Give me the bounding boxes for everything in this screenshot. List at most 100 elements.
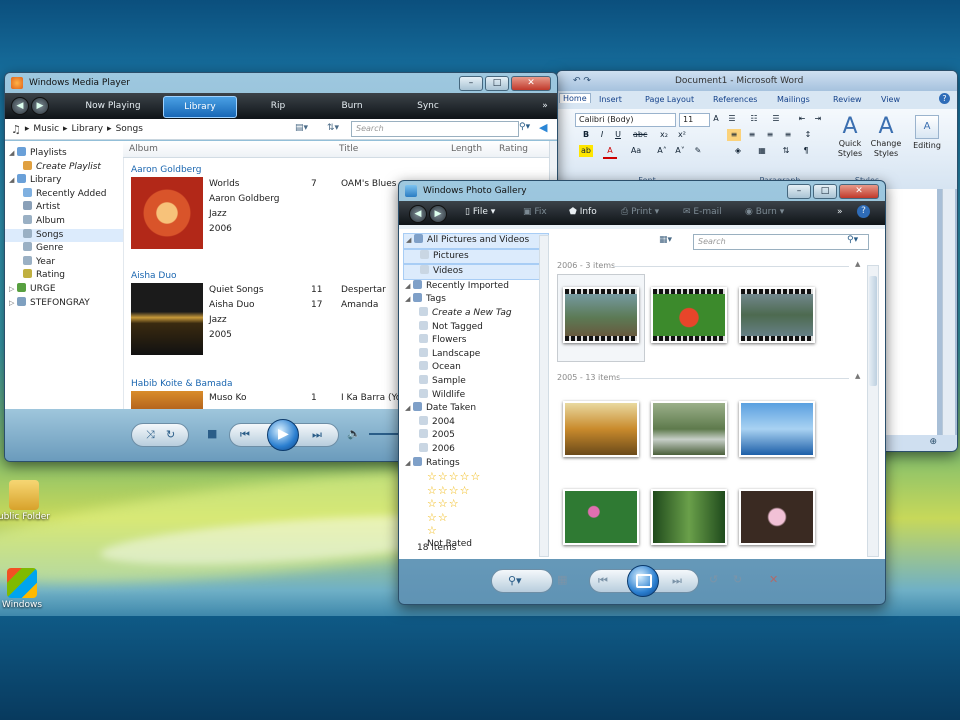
stop-icon[interactable]: ■	[207, 427, 217, 440]
track-title[interactable]: Despertar	[341, 285, 386, 295]
rotate-right-icon[interactable]: ↻	[733, 573, 742, 586]
rating-filter-1-stars[interactable]: ☆	[403, 524, 549, 538]
thumbnail-bird-video[interactable]	[651, 287, 727, 343]
thumbnail-orchids[interactable]	[739, 489, 815, 545]
expand-icon[interactable]: ▷	[9, 297, 17, 311]
nav-item-genre[interactable]: Genre	[5, 242, 123, 256]
nav-item-playlists[interactable]: ◢ Playlists	[5, 147, 123, 161]
track-title[interactable]: OAM's Blues	[341, 179, 396, 189]
forward-icon[interactable]: ▶	[429, 205, 447, 223]
expand-icon[interactable]: ◢	[405, 280, 413, 294]
gallery-nav-pictures[interactable]: Pictures	[403, 248, 549, 265]
tab-references[interactable]: References	[713, 95, 757, 104]
rating-filter-5-stars[interactable]: ☆☆☆☆☆	[403, 470, 549, 484]
rating-filter-4-stars[interactable]: ☆☆☆☆	[403, 484, 549, 498]
minimize-button[interactable]: –	[787, 184, 811, 199]
gallery-nav-tags[interactable]: ◢ Tags	[403, 293, 549, 307]
nav-item-songs[interactable]: Songs	[5, 228, 123, 243]
font-color-icon[interactable]: A	[603, 145, 617, 159]
thumbnail-scrollbar[interactable]	[867, 265, 879, 557]
numbering-icon[interactable]: ☷	[747, 113, 761, 125]
bullets-icon[interactable]: ☰	[725, 113, 739, 125]
previous-icon[interactable]: ⏮	[240, 428, 250, 442]
zoom-in-icon[interactable]: ⊕	[929, 437, 937, 447]
indent-icon[interactable]: ⇤	[795, 113, 809, 125]
desktop-icon-windows[interactable]: Windows	[0, 568, 50, 610]
tab-sync[interactable]: Sync	[405, 96, 451, 116]
sort-icon[interactable]: ⇅▾	[327, 123, 339, 133]
line-spacing-icon[interactable]: ↕	[801, 129, 815, 141]
gallery-nav-recently-imported[interactable]: ◢ Recently Imported	[403, 279, 549, 294]
album-art-muso-ko[interactable]	[131, 391, 203, 409]
back-icon[interactable]: ◀	[409, 205, 427, 223]
file-menu[interactable]: ▯ File ▾	[465, 207, 495, 217]
back-arrow-icon[interactable]: ◀	[539, 121, 547, 134]
email-button[interactable]: ✉ E-mail	[683, 207, 722, 217]
view-options-icon[interactable]: ▦▾	[659, 235, 672, 245]
forward-icon[interactable]: ▶	[31, 97, 49, 115]
search-input[interactable]: Search	[351, 121, 519, 137]
thumbnail-creek[interactable]	[651, 401, 727, 457]
slideshow-button[interactable]	[627, 565, 659, 597]
gallery-nav-all-pictures-and-videos[interactable]: ◢ All Pictures and Videos	[403, 233, 549, 249]
more-tabs-button[interactable]: »	[539, 96, 551, 116]
grow-font-icon[interactable]: A	[709, 113, 723, 125]
align-center-icon[interactable]: ≡	[745, 129, 759, 141]
expand-icon[interactable]: ◢	[406, 234, 414, 248]
gallery-nav-create-a-new-tag[interactable]: Create a New Tag	[403, 306, 549, 321]
tab-rip[interactable]: Rip	[253, 96, 303, 116]
underline-icon[interactable]: U	[611, 129, 625, 141]
minimize-button[interactable]: –	[459, 76, 483, 91]
thumbnail-autumn-tree[interactable]	[563, 401, 639, 457]
view-options-icon[interactable]: ▤▾	[295, 123, 308, 133]
search-input[interactable]: Search	[693, 234, 869, 250]
quick-styles-button[interactable]: A Quick Styles	[835, 115, 865, 159]
gallery-nav-flowers[interactable]: Flowers	[403, 334, 549, 348]
shrink-font-icon[interactable]: A˅	[673, 145, 687, 157]
repeat-icon[interactable]: ↻	[166, 428, 175, 441]
nav-item-create-playlist[interactable]: Create Playlist	[5, 160, 123, 175]
superscript-icon[interactable]: x²	[675, 129, 689, 141]
track-title[interactable]: Amanda	[341, 300, 378, 310]
tab-library[interactable]: Library	[163, 96, 237, 118]
help-icon[interactable]: ?	[939, 93, 950, 104]
maximize-button[interactable]: □	[485, 76, 509, 91]
change-styles-button[interactable]: A Change Styles	[869, 115, 903, 159]
gallery-nav-ocean[interactable]: Ocean	[403, 361, 549, 375]
scroll-thumb[interactable]	[869, 276, 877, 386]
rating-filter-3-stars[interactable]: ☆☆☆	[403, 497, 549, 511]
align-left-icon[interactable]: ≡	[727, 129, 741, 141]
previous-icon[interactable]: ⏮	[598, 574, 608, 588]
breadcrumb-songs[interactable]: Songs	[116, 124, 143, 134]
vertical-scrollbar[interactable]	[942, 189, 955, 435]
font-name-box[interactable]: Calibri (Body)	[575, 113, 676, 127]
nav-item-stefongray[interactable]: ▷ STEFONGRAY	[5, 296, 123, 311]
borders-icon[interactable]: ▦	[755, 145, 769, 157]
tab-burn[interactable]: Burn	[329, 96, 375, 116]
more-commands-button[interactable]: »	[837, 207, 843, 217]
grow-font-icon[interactable]: A˄	[655, 145, 669, 157]
gallery-nav-2006[interactable]: 2006	[403, 442, 549, 457]
collapse-icon[interactable]: ▲	[855, 372, 860, 380]
maximize-button[interactable]: □	[813, 184, 837, 199]
expand-icon[interactable]: ◢	[9, 174, 17, 188]
play-button[interactable]: ▶	[267, 419, 299, 451]
delete-icon[interactable]: ✕	[769, 573, 778, 586]
nav-item-year[interactable]: Year	[5, 255, 123, 270]
nav-item-album[interactable]: Album	[5, 214, 123, 229]
expand-icon[interactable]: ◢	[405, 402, 413, 416]
desktop-icon-public-folder[interactable]: ublic Folder	[0, 480, 52, 522]
info-button[interactable]: ⬟ Info	[569, 207, 597, 217]
back-icon[interactable]: ◀	[11, 97, 29, 115]
gallery-nav-landscape[interactable]: Landscape	[403, 347, 549, 362]
rating-filter-2-stars[interactable]: ☆☆	[403, 511, 549, 525]
shuffle-icon[interactable]: ⤨	[146, 428, 155, 442]
tab-page-layout[interactable]: Page Layout	[645, 95, 694, 104]
qat-undo-icon[interactable]: ↶ ↷	[573, 71, 591, 91]
font-size-box[interactable]: 11	[679, 113, 710, 127]
tab-home[interactable]: Home	[559, 93, 591, 103]
artist-header[interactable]: Aaron Goldberg	[131, 165, 201, 175]
thumbnail-bear-video[interactable]	[563, 287, 639, 343]
gallery-nav-sample[interactable]: Sample	[403, 374, 549, 389]
nav-item-library[interactable]: ◢ Library	[5, 174, 123, 188]
